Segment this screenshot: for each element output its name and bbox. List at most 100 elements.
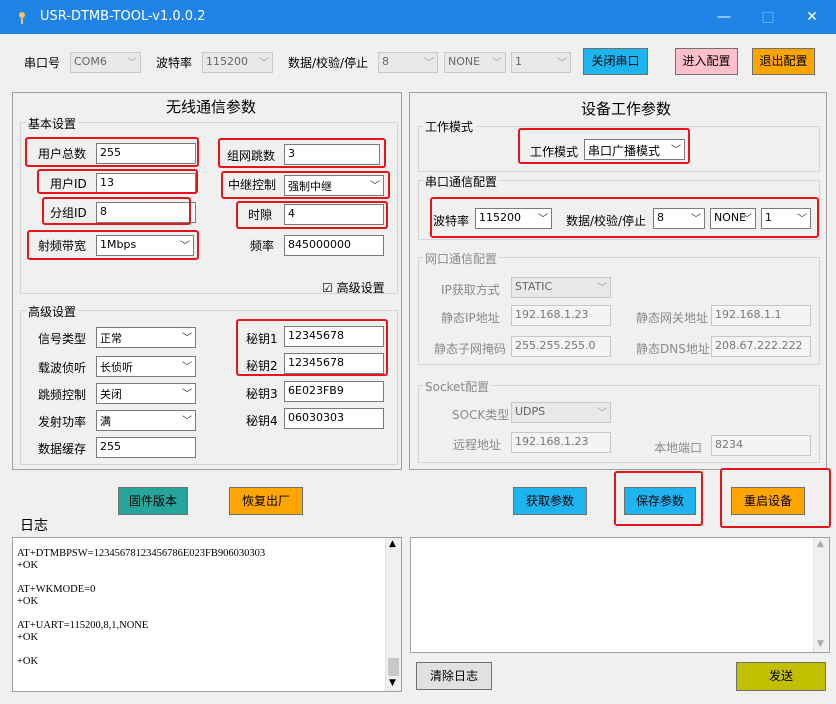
send-input[interactable]: ▲ ▼: [410, 537, 830, 653]
chevron-down-icon: ﹀: [492, 58, 502, 69]
scroll-up-icon[interactable]: ▲: [389, 539, 396, 549]
title-bar[interactable]: USR-DTMB-TOOL-v1.0.0.2 — □ ✕: [0, 0, 836, 34]
work-mode-group-title: 工作模式: [423, 118, 476, 135]
carrier-select[interactable]: 长侦听 ﹀: [96, 356, 196, 377]
subnet-mask-input[interactable]: 255.255.255.0: [511, 336, 611, 357]
key4-input[interactable]: 06030303: [284, 408, 384, 429]
firmware-version-button[interactable]: 固件版本: [118, 487, 188, 515]
highlight-box: [614, 471, 703, 526]
chevron-down-icon: ﹀: [182, 362, 192, 373]
buffer-label: 数据缓存: [38, 442, 87, 456]
data-bits-value: 8: [382, 55, 389, 68]
port-value: COM6: [74, 55, 107, 68]
send-scrollbar[interactable]: ▲ ▼: [813, 538, 829, 652]
data-bits-select[interactable]: 8 ﹀: [378, 52, 438, 73]
highlight-box: [42, 197, 191, 225]
clear-log-button[interactable]: 清除日志: [416, 662, 492, 690]
carrier-label: 载波侦听: [38, 361, 87, 375]
chevron-down-icon: ﹀: [182, 389, 192, 400]
enter-config-button[interactable]: 进入配置: [675, 48, 738, 75]
local-port-input[interactable]: 8234: [711, 435, 811, 456]
maximize-icon[interactable]: □: [746, 0, 790, 34]
highlight-box: [218, 138, 386, 168]
log-scrollbar[interactable]: ▲ ▼: [385, 538, 401, 691]
scroll-up-icon[interactable]: ▲: [817, 539, 824, 549]
key4-label: 秘钥4: [246, 414, 278, 428]
chevron-down-icon: ﹀: [127, 58, 137, 69]
buffer-input[interactable]: 255: [96, 437, 196, 458]
signal-type-select[interactable]: 正常 ﹀: [96, 327, 196, 348]
close-port-button[interactable]: 关闭串口: [583, 48, 648, 75]
stop-bits-select[interactable]: 1 ﹀: [511, 52, 571, 73]
local-port-label: 本地端口: [654, 441, 703, 455]
parity-value: NONE: [448, 55, 481, 68]
sock-type-value: UDPS: [515, 405, 546, 418]
dns-label: 静态DNS地址: [636, 342, 710, 356]
chevron-down-icon: ﹀: [182, 416, 192, 427]
ip-mode-value: STATIC: [515, 280, 553, 293]
tx-power-value: 满: [100, 415, 111, 428]
baud-value: 115200: [206, 55, 248, 68]
window-title: USR-DTMB-TOOL-v1.0.0.2: [40, 9, 206, 24]
chevron-down-icon: ﹀: [557, 58, 567, 69]
minimize-icon[interactable]: —: [702, 0, 746, 34]
highlight-box: [518, 128, 690, 164]
parity-select[interactable]: NONE ﹀: [444, 52, 506, 73]
highlight-box: [25, 137, 199, 167]
scroll-down-icon[interactable]: ▼: [817, 639, 824, 649]
signal-type-value: 正常: [100, 332, 122, 345]
sock-type-select[interactable]: UDPS ﹀: [511, 402, 611, 423]
static-ip-label: 静态IP地址: [441, 311, 500, 325]
highlight-box: [221, 171, 390, 199]
baud-select[interactable]: 115200 ﹀: [202, 52, 273, 73]
remote-address-input[interactable]: 192.168.1.23: [511, 432, 611, 453]
wireless-title: 无线通信参数: [166, 98, 257, 116]
hop-ctrl-select[interactable]: 关闭 ﹀: [96, 383, 196, 404]
highlight-box: [236, 319, 388, 376]
highlight-box: [27, 230, 199, 260]
carrier-value: 长侦听: [100, 361, 133, 374]
highlight-box: [430, 197, 819, 238]
scroll-thumb[interactable]: [388, 658, 399, 676]
close-icon[interactable]: ✕: [790, 0, 834, 34]
ip-mode-select[interactable]: STATIC ﹀: [511, 277, 611, 298]
advanced-settings-title: 高级设置: [26, 303, 79, 320]
log-text: AT+DTMBPSW=12345678123456786E023FB906030…: [17, 548, 266, 667]
tx-power-select[interactable]: 满 ﹀: [96, 410, 196, 431]
dns-input[interactable]: 208.67.222.222: [711, 336, 811, 357]
basic-settings-title: 基本设置: [26, 115, 79, 132]
dps-label: 数据/校验/停止: [288, 56, 369, 70]
key3-input[interactable]: 6E023FB9: [284, 381, 384, 402]
send-button[interactable]: 发送: [736, 662, 826, 691]
factory-reset-button[interactable]: 恢复出厂: [229, 487, 303, 515]
chevron-down-icon: ﹀: [259, 58, 269, 69]
get-params-button[interactable]: 获取参数: [513, 487, 587, 515]
stop-bits-value: 1: [515, 55, 522, 68]
socket-config-title: Socket配置: [423, 378, 492, 395]
baud-label: 波特率: [156, 56, 193, 70]
advanced-checkbox[interactable]: ☑ 高级设置: [322, 279, 385, 296]
scroll-down-icon[interactable]: ▼: [389, 678, 396, 688]
log-output[interactable]: AT+DTMBPSW=12345678123456786E023FB906030…: [12, 537, 402, 692]
subnet-mask-label: 静态子网掩码: [434, 342, 507, 356]
checkbox-checked-icon: ☑: [322, 281, 333, 295]
sock-type-label: SOCK类型: [452, 408, 510, 422]
gateway-input[interactable]: 192.168.1.1: [711, 305, 811, 326]
device-title: 设备工作参数: [581, 100, 672, 118]
advanced-checkbox-label: 高级设置: [336, 281, 385, 295]
log-title: 日志: [20, 518, 48, 534]
chevron-down-icon: ﹀: [597, 283, 607, 294]
remote-address-label: 远程地址: [453, 438, 502, 452]
chevron-down-icon: ﹀: [182, 333, 192, 344]
static-ip-input[interactable]: 192.168.1.23: [511, 305, 611, 326]
freq-input[interactable]: 845000000: [284, 235, 384, 256]
ip-mode-label: IP获取方式: [441, 283, 500, 297]
hop-ctrl-value: 关闭: [100, 388, 122, 401]
network-config-title: 网口通信配置: [423, 250, 500, 267]
signal-type-label: 信号类型: [38, 332, 87, 346]
port-label: 串口号: [24, 56, 61, 70]
app-icon: [19, 12, 25, 24]
exit-config-button[interactable]: 退出配置: [752, 48, 815, 75]
port-select[interactable]: COM6 ﹀: [70, 52, 141, 73]
key3-label: 秘钥3: [246, 387, 278, 401]
